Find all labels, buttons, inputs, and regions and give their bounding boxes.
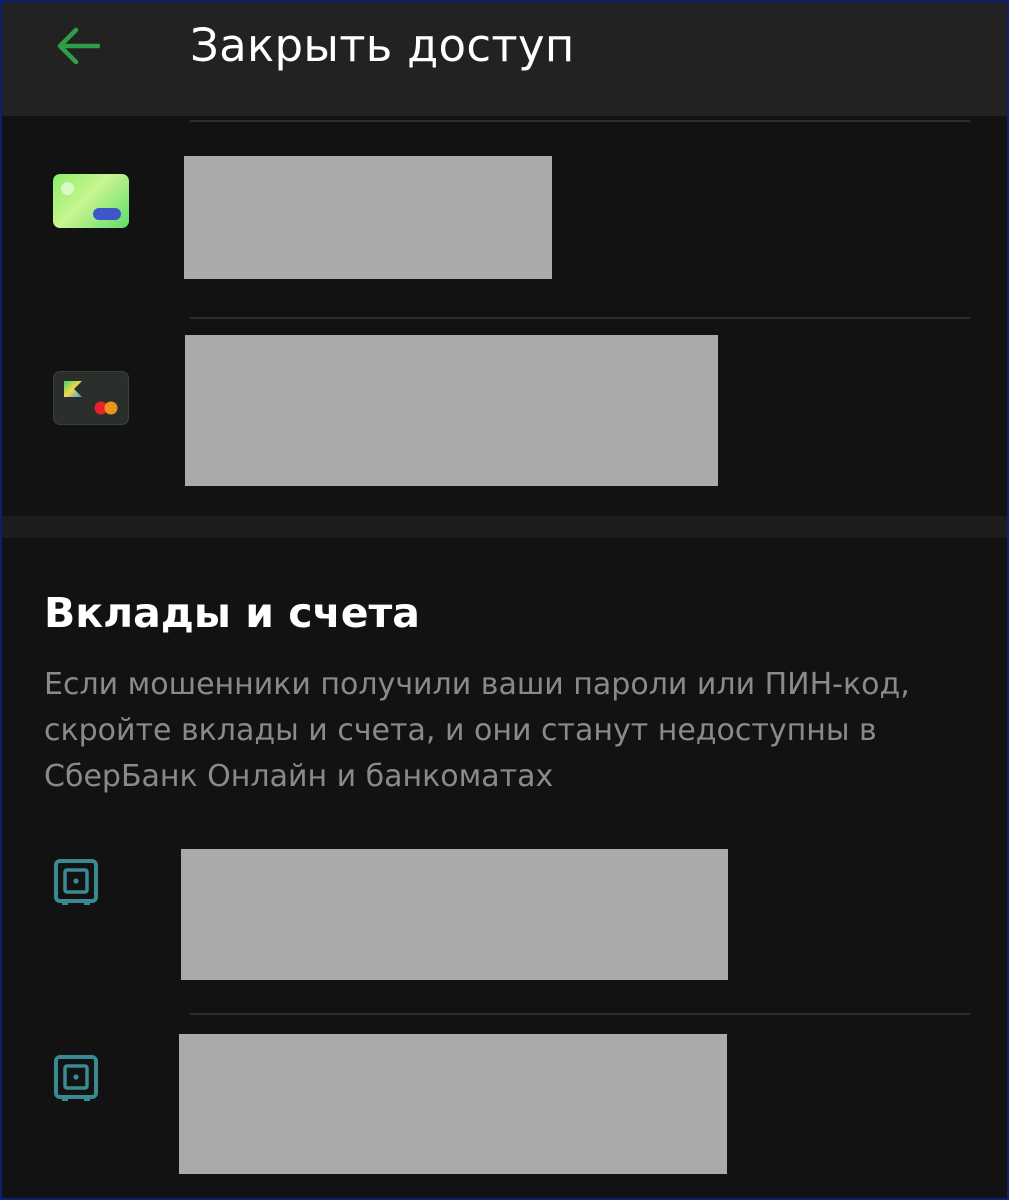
mastercard-icon <box>94 401 118 415</box>
arrow-left-icon <box>57 27 100 65</box>
section-separator <box>2 516 1007 538</box>
redacted-card-info <box>184 156 552 279</box>
section-description: Если мошенники получили ваши пароли или … <box>44 667 910 794</box>
safe-icon <box>54 859 98 905</box>
back-button[interactable] <box>42 14 112 78</box>
top-app-bar: Закрыть доступ <box>2 2 1007 116</box>
redacted-card-info <box>185 335 718 486</box>
redacted-deposit-info <box>181 849 728 980</box>
section-title: Вклады и счета <box>44 589 420 637</box>
dark-card-icon <box>53 371 129 425</box>
flag-logo-icon <box>64 381 82 397</box>
list-divider <box>190 317 970 319</box>
safe-icon <box>54 1055 98 1101</box>
green-card-icon <box>53 174 129 228</box>
list-divider <box>190 1013 970 1015</box>
app-screen: Закрыть доступ Вклады и счета Если мошен… <box>0 0 1009 1200</box>
redacted-deposit-info <box>179 1034 727 1174</box>
list-divider <box>190 120 970 122</box>
page-title: Закрыть доступ <box>190 19 575 72</box>
